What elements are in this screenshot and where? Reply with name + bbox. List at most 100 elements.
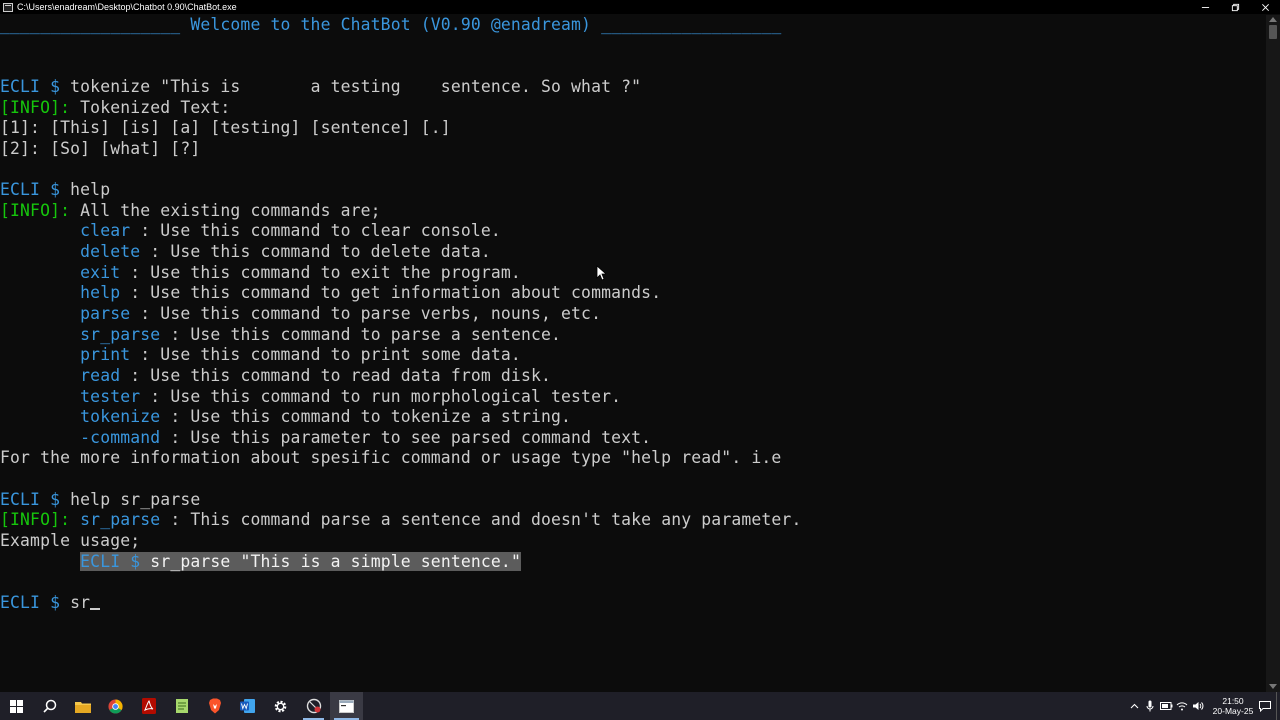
app-icon [306, 698, 321, 714]
taskbar-settings[interactable] [264, 692, 297, 720]
console-text: help [70, 180, 111, 200]
console-text: [1]: [This] [is] [a] [testing] [sentence… [0, 118, 451, 138]
scroll-thumb[interactable] [1269, 25, 1277, 39]
console-app-icon [3, 2, 13, 12]
volume-icon [1193, 702, 1204, 710]
tray-volume[interactable] [1190, 692, 1206, 720]
highlighted-text: delete [80, 242, 141, 262]
taskbar-brave[interactable] [198, 692, 231, 720]
taskbar-acrobat[interactable] [132, 692, 165, 720]
console-line: sr_parse : Use this command to parse a s… [0, 325, 1266, 346]
chrome-icon [108, 698, 123, 714]
clock-time: 21:50 [1222, 696, 1244, 706]
console-line: ECLI $ sr_parse "This is a simple senten… [0, 551, 1266, 573]
console-text: help sr_parse [70, 489, 201, 509]
console-line: __________________ Welcome to the ChatBo… [0, 15, 1266, 36]
taskbar: 21:50 20-May-25 [0, 692, 1280, 720]
taskbar-app-red[interactable] [297, 692, 330, 720]
close-button[interactable] [1250, 0, 1280, 14]
microphone-icon [1146, 700, 1154, 712]
taskbar-word[interactable] [231, 692, 264, 720]
console-text: : Use this command to print some data. [130, 345, 521, 365]
console-line: tester : Use this command to run morphol… [0, 387, 1266, 408]
console-line: ECLI $ help [0, 180, 1266, 201]
tray-microphone[interactable] [1142, 692, 1158, 720]
highlighted-text: ECLI $ [0, 180, 71, 200]
console-output[interactable]: __________________ Welcome to the ChatBo… [0, 15, 1266, 692]
console-text: : Use this command to get information ab… [120, 283, 662, 303]
taskbar-chrome[interactable] [99, 692, 132, 720]
console-line: help : Use this command to get informati… [0, 283, 1266, 304]
console-line: exit : Use this command to exit the prog… [0, 263, 1266, 284]
minimize-button[interactable] [1190, 0, 1220, 14]
mouse-pointer-icon [596, 265, 606, 281]
console-line: [2]: [So] [what] [?] [0, 139, 1266, 160]
notification-center-button[interactable] [1254, 692, 1276, 720]
taskbar-clock[interactable]: 21:50 20-May-25 [1212, 696, 1254, 716]
highlighted-text: tokenize [80, 407, 161, 427]
notification-icon [1259, 700, 1271, 712]
console-text: sr [70, 592, 91, 612]
highlighted-text: exit [80, 262, 121, 282]
console-text: : Use this parameter to see parsed comma… [160, 427, 652, 447]
console-line: [INFO]: All the existing commands are; [0, 201, 1266, 222]
restore-icon [1231, 3, 1239, 11]
clock-date: 20-May-25 [1212, 706, 1254, 716]
word-icon [239, 699, 255, 713]
highlighted-text: sr_parse [80, 510, 161, 530]
tray-battery[interactable] [1158, 692, 1174, 720]
info-tag: [INFO]: [0, 510, 81, 530]
window-title: C:\Users\enadream\Desktop\Chatbot 0.90\C… [17, 2, 237, 12]
info-tag: [INFO]: [0, 97, 81, 117]
console-text: Example usage; [0, 531, 141, 551]
taskbar-console[interactable] [330, 692, 363, 720]
scroll-down-arrow-icon[interactable] [1269, 684, 1277, 689]
highlighted-text: ECLI $ [0, 592, 71, 612]
scroll-up-arrow-icon[interactable] [1269, 17, 1277, 22]
search-button[interactable] [33, 692, 66, 720]
tray-overflow-button[interactable] [1126, 692, 1142, 720]
maximize-button[interactable] [1220, 0, 1250, 14]
console-text: All the existing commands are; [80, 200, 381, 220]
start-button[interactable] [0, 692, 33, 720]
highlighted-text: help [80, 283, 121, 303]
notepad-icon [175, 699, 188, 713]
console-icon [339, 699, 354, 713]
console-line: Example usage; [0, 531, 1266, 552]
info-tag: [INFO]: [0, 200, 81, 220]
console-text: sr_parse "This is a simple sentence." [150, 551, 521, 571]
console-text: [2]: [So] [what] [?] [0, 138, 201, 158]
console-text: For the more information about spesific … [0, 448, 782, 468]
console-text: : Use this command to exit the program. [120, 262, 521, 282]
console-text: : Use this command to tokenize a string. [160, 407, 572, 427]
folder-icon [74, 701, 91, 713]
highlighted-text: read [80, 365, 121, 385]
highlighted-text: print [80, 345, 131, 365]
brave-icon [208, 698, 221, 714]
close-icon [1261, 3, 1269, 11]
console-line: For the more information about spesific … [0, 448, 1266, 469]
console-line: [INFO]: sr_parse : This command parse a … [0, 510, 1266, 531]
taskbar-file-explorer[interactable] [66, 692, 99, 720]
show-desktop-button[interactable] [1276, 692, 1280, 720]
vertical-scrollbar[interactable] [1266, 15, 1280, 692]
highlighted-text: tester [80, 386, 141, 406]
search-icon [42, 699, 56, 713]
console-line: read : Use this command to read data fro… [0, 366, 1266, 387]
console-line: ECLI $ tokenize "This is a testing sente… [0, 77, 1266, 98]
wifi-icon [1176, 702, 1188, 711]
console-text: : Use this command to clear console. [130, 221, 501, 241]
text-cursor [90, 607, 101, 610]
tray-network[interactable] [1174, 692, 1190, 720]
window-title-bar[interactable]: C:\Users\enadream\Desktop\Chatbot 0.90\C… [0, 0, 1280, 14]
taskbar-notepad-plus[interactable] [165, 692, 198, 720]
